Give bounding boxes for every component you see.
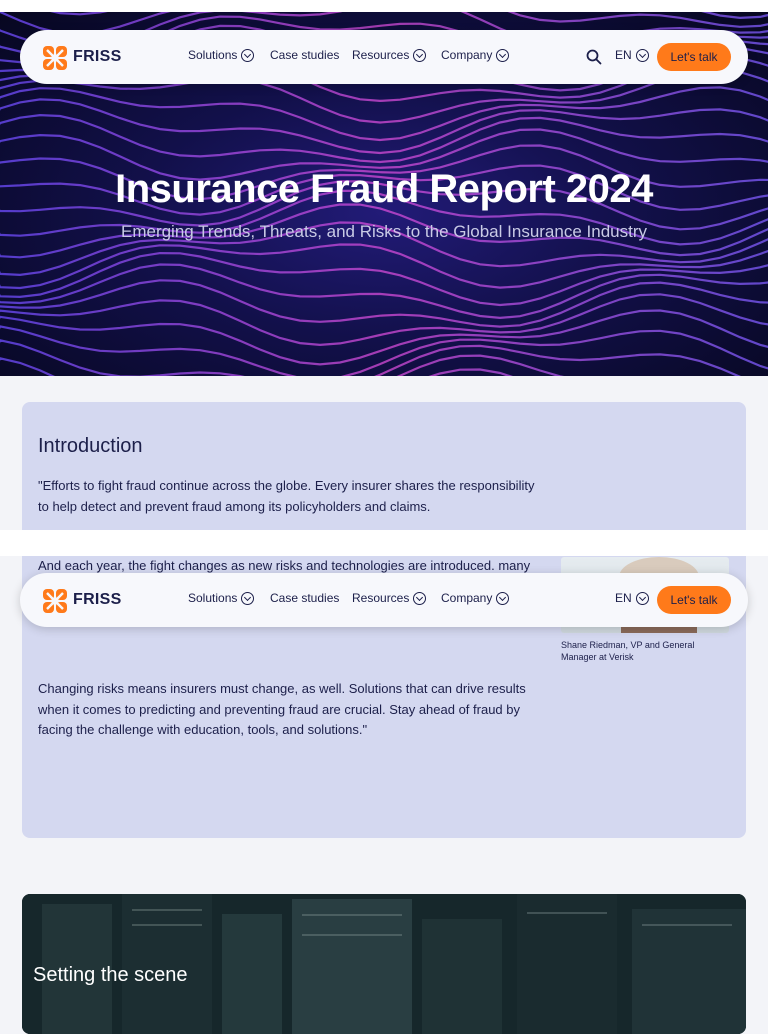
introduction-heading: Introduction xyxy=(38,435,143,457)
lets-talk-button[interactable]: Let's talk xyxy=(657,586,731,614)
nav-company[interactable]: Company xyxy=(441,48,510,62)
nav-company[interactable]: Company xyxy=(441,591,510,605)
chevron-down-icon xyxy=(413,48,427,62)
hero-wave-line xyxy=(0,293,768,347)
nav-case-studies[interactable]: Case studies xyxy=(270,48,339,62)
nav-case-studies[interactable]: Case studies xyxy=(270,591,339,605)
hero-wave-line xyxy=(0,309,768,366)
language-label: EN xyxy=(615,591,632,605)
friss-logo-icon xyxy=(43,589,67,613)
portrait-caption: Shane Riedman, VP and General Manager at… xyxy=(561,640,695,662)
hero-subtitle: Emerging Trends, Threats, and Risks to t… xyxy=(120,222,647,241)
nav-solutions[interactable]: Solutions xyxy=(188,48,255,62)
search-icon[interactable] xyxy=(586,49,602,65)
setting-the-scene-card: Setting the scene xyxy=(22,894,746,1034)
language-label: EN xyxy=(615,48,632,62)
friss-logo[interactable]: FRISS xyxy=(41,44,141,72)
chevron-down-icon xyxy=(496,48,510,62)
nav-company-label: Company xyxy=(441,48,493,62)
language-selector[interactable]: EN xyxy=(615,591,649,605)
nav-solutions-label: Solutions xyxy=(188,48,238,62)
nav-resources-label: Resources xyxy=(352,591,410,605)
lets-talk-button[interactable]: Let's talk xyxy=(657,43,731,71)
nav-solutions-label: Solutions xyxy=(188,591,238,605)
intro-paragraph-1: "Efforts to fight fraud continue across … xyxy=(38,478,535,514)
nav-company-label: Company xyxy=(441,591,493,605)
top-strip xyxy=(0,0,768,12)
nav-resources[interactable]: Resources xyxy=(352,591,427,605)
hero-wave-line xyxy=(0,86,768,142)
sticky-navbar: FRISS Solutions Case studies Resources C… xyxy=(20,573,748,627)
intro-paragraph-3: Changing risks means insurers must chang… xyxy=(38,681,526,737)
brand-name: FRISS xyxy=(73,591,122,608)
hero-wave-line xyxy=(0,279,768,328)
chevron-down-icon xyxy=(635,591,649,605)
chevron-down-icon xyxy=(635,48,649,62)
main-navbar: FRISS Solutions Case studies Resources C… xyxy=(20,30,748,84)
nav-resources[interactable]: Resources xyxy=(352,48,427,62)
hero-wave-line xyxy=(0,98,768,155)
chevron-down-icon xyxy=(496,591,510,605)
language-selector[interactable]: EN xyxy=(615,48,649,62)
hero-wave-line xyxy=(0,251,768,307)
nav-case-studies-label: Case studies xyxy=(270,591,340,605)
hero-wave-line xyxy=(0,339,741,376)
friss-logo-icon xyxy=(43,46,67,70)
nav-solutions[interactable]: Solutions xyxy=(188,591,255,605)
nav-case-studies-label: Case studies xyxy=(270,48,340,62)
friss-logo[interactable]: FRISS xyxy=(41,587,141,615)
chevron-down-icon xyxy=(413,591,427,605)
chevron-down-icon xyxy=(241,48,255,62)
chevron-down-icon xyxy=(241,591,255,605)
overlay-band xyxy=(0,530,768,556)
hero-title: Insurance Fraud Report 2024 xyxy=(115,167,653,211)
setting-the-scene-heading: Setting the scene xyxy=(33,964,188,986)
nav-resources-label: Resources xyxy=(352,48,410,62)
brand-name: FRISS xyxy=(73,48,122,65)
